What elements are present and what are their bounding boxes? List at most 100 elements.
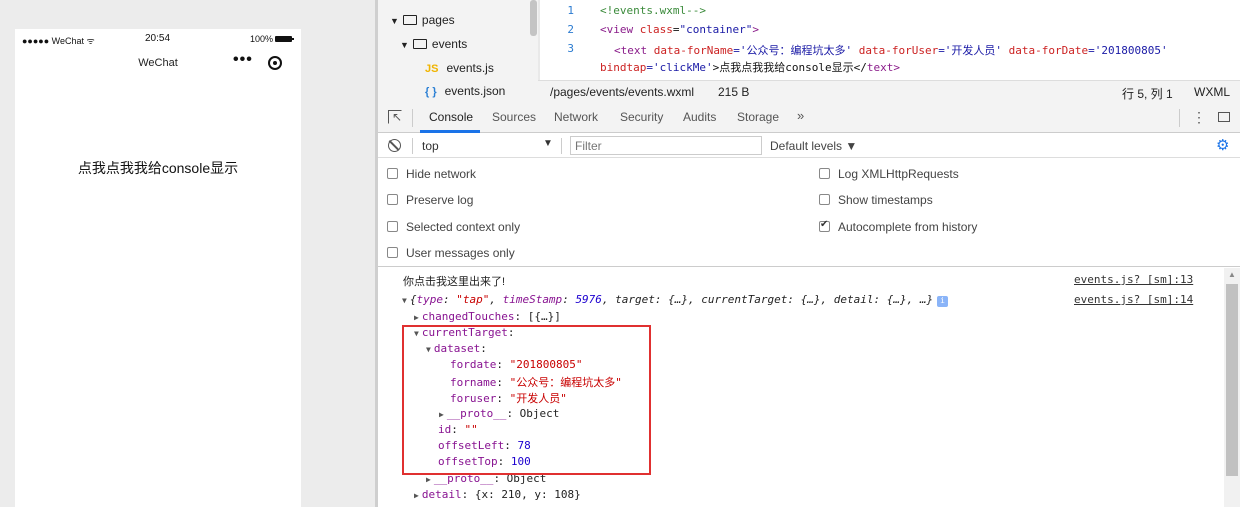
close-capsule-icon[interactable] [268,56,282,70]
tab-security[interactable]: Security [620,110,663,124]
tree-scrollbar[interactable] [530,0,537,36]
tab-storage[interactable]: Storage [737,110,779,124]
divider [412,138,413,154]
gear-icon[interactable]: ⚙ [1216,136,1229,154]
scroll-up-icon[interactable]: ▲ [1228,270,1236,279]
option-selected-context[interactable]: Selected context only [387,220,520,234]
language-mode[interactable]: WXML [1194,85,1230,99]
option-show-timestamps[interactable]: Show timestamps [819,193,933,207]
chevron-down-icon[interactable]: ▼ [543,138,553,149]
prop-detail[interactable]: ▶ detail: {x: 210, y: 108} [414,488,581,501]
value: 5976 [575,293,602,306]
string-token: ='开发人员' [938,44,1003,57]
js-file-icon: JS [425,63,439,75]
filter-input[interactable] [570,136,762,155]
log-object[interactable]: ▼ {type: "tap", timeStamp: 5976, target: … [402,293,949,307]
eq-token: = [672,23,680,36]
tap-me-text[interactable]: 点我点我我给console显示 [15,158,301,178]
attr-token: bindtap [600,61,647,74]
info-icon[interactable]: i [937,296,949,307]
carrier-label: ●●●●● WeChat ᯤ [22,36,95,46]
tree-item-events[interactable]: ▼ events [400,37,467,55]
string-token: ='clickMe' [646,61,713,74]
tree-item-label: events.js [446,61,494,75]
editor-status-bar: /pages/events/events.wxml 215 B 行 5, 列 1… [538,80,1240,103]
option-user-messages[interactable]: User messages only [387,246,515,260]
tree-item-pages[interactable]: ▼ pages [390,13,455,31]
option-label: Autocomplete from history [838,220,978,234]
key: changedTouches [421,310,515,323]
tab-network[interactable]: Network [554,110,598,124]
tree-item-events-js[interactable]: JS events.js [425,61,494,79]
tab-console[interactable]: Console [429,110,473,124]
expand-arrow-icon[interactable]: ▶ [414,313,419,322]
checkbox-checked[interactable] [819,219,830,232]
kebab-menu-icon[interactable]: ⋮ [1192,109,1206,126]
checkbox[interactable] [387,221,398,232]
expand-arrow-icon[interactable]: ▶ [414,491,419,500]
tree-item-label: pages [421,13,455,27]
option-preserve-log[interactable]: Preserve log [387,193,473,207]
expand-arrow-icon[interactable]: ▼ [402,296,407,305]
code-line-3: <text data-forName='公众号：编程坑太多' data-forU… [614,42,1168,58]
key: detail [421,488,462,501]
checkbox[interactable] [387,247,398,258]
checkbox[interactable] [387,194,398,205]
clock: 20:54 [145,33,171,44]
inspect-element-icon[interactable] [388,110,402,124]
undock-icon[interactable] [1218,112,1230,122]
tree-item-events-json[interactable]: { } events.json [425,84,505,102]
comment-token: <!events.wxml--> [600,4,706,17]
prop-changedtouches[interactable]: ▶ changedTouches: [{…}] [414,310,561,323]
key: type [416,293,443,306]
bracket-token: > [752,23,759,36]
expand-arrow-icon[interactable]: ▶ [426,475,431,484]
string-token: ='公众号：编程坑太多' [733,44,853,57]
divider [1179,109,1180,127]
active-tab-indicator [420,130,480,133]
option-label: User messages only [406,246,515,260]
option-hide-network[interactable]: Hide network [387,167,476,181]
log-levels-dropdown[interactable]: Default levels ▼ [770,139,857,153]
tag-token: text [620,44,648,57]
value: : [{…}] [514,310,561,323]
clear-console-icon[interactable] [388,139,401,152]
source-link[interactable]: events.js? [sm]:13 [1074,273,1193,286]
option-label: Show timestamps [838,193,933,207]
more-tabs-icon[interactable]: » [797,108,804,123]
tab-sources[interactable]: Sources [492,110,536,124]
highlight-box [402,325,651,475]
tab-audits[interactable]: Audits [683,110,716,124]
value: "tap" [456,293,490,306]
string-token: ='201800805' [1088,44,1168,57]
checkbox[interactable] [819,194,830,205]
log-message: 你点击我这里出来了! [403,276,506,288]
code-line-1: <!events.wxml--> [600,4,706,17]
attr-token: data-forUser [852,44,939,57]
bracket-token: > [893,61,900,74]
battery-percent: 100% [250,34,274,44]
option-label: Selected context only [406,220,521,234]
scrollbar-thumb[interactable] [1226,284,1238,476]
file-tree: ▼ pages ▼ events JS events.js { } events.jso… [378,0,538,103]
code-editor[interactable]: 1 2 3 <!events.wxml--> <view class="cont… [540,0,1240,80]
key: timeStamp [502,293,563,306]
option-label: Hide network [406,167,477,181]
more-menu-icon[interactable]: ••• [233,51,253,69]
checkbox[interactable] [819,168,830,179]
context-selector[interactable]: top [422,139,439,153]
cursor-position: 行 5, 列 1 [1122,87,1173,101]
text-token: >点我点我我给console显示</ [712,61,867,74]
option-log-xhr[interactable]: Log XMLHttpRequests [819,167,959,181]
checkbox[interactable] [387,168,398,179]
expand-arrow-icon: ▼ [400,40,409,50]
devtools-panel: Console Sources Network Security Audits … [378,103,1240,507]
devtools-tabbar: Console Sources Network Security Audits … [378,103,1240,133]
divider [412,109,413,127]
console-scrollbar[interactable]: ▲ [1224,268,1240,507]
option-autocomplete[interactable]: Autocomplete from history [819,219,978,234]
source-link[interactable]: events.js? [sm]:14 [1074,293,1193,306]
line-number: 3 [567,42,574,55]
tree-item-label: events [431,37,468,51]
code-line-2: <view class="container"> [600,23,759,36]
